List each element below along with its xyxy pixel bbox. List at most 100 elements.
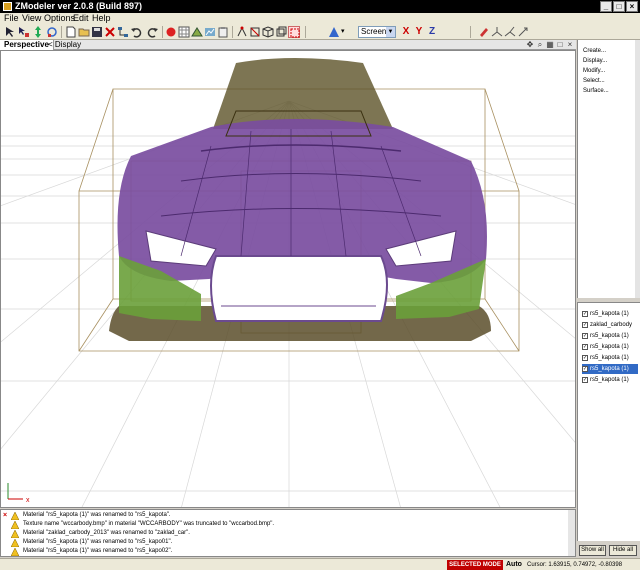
light-icon[interactable] — [328, 26, 340, 38]
material-icon[interactable] — [191, 26, 203, 38]
log-text: Material "rs5_kapota (1)" was renamed to… — [23, 548, 173, 554]
perspective-viewport[interactable]: x — [0, 50, 576, 508]
cmd-surface[interactable]: Surface... — [583, 88, 609, 94]
visible-checkbox[interactable]: ✓ — [582, 311, 588, 317]
menu-options[interactable]: Options — [44, 13, 75, 24]
viewport-menu-icon[interactable]: ▦ — [546, 40, 554, 49]
list-item[interactable]: ✓ zaklad_carbody — [582, 320, 638, 330]
app-icon — [3, 2, 12, 11]
list-item-selected[interactable]: ✓ rs5_kapota (1) — [582, 364, 638, 374]
object-name: rs5_kapota (1) — [590, 344, 629, 350]
list-item[interactable]: ✓ rs5_kapota (1) — [582, 309, 638, 319]
warning-icon — [11, 539, 19, 547]
list-item[interactable]: ✓ rs5_kapota (1) — [582, 331, 638, 341]
delete-icon[interactable] — [104, 26, 116, 38]
cmd-create[interactable]: Create... — [583, 48, 606, 54]
selection-mode-icon[interactable] — [288, 26, 300, 38]
new-file-icon[interactable] — [65, 26, 77, 38]
log-scrollbar[interactable] — [568, 510, 575, 556]
axis-y-toggle[interactable]: Y — [414, 26, 424, 38]
cmd-modify[interactable]: Modify... — [583, 68, 605, 74]
menu-view[interactable]: View — [22, 13, 41, 24]
rotate-tool-icon[interactable] — [46, 26, 58, 38]
close-button[interactable]: × — [626, 1, 638, 12]
select-multi-icon[interactable] — [18, 26, 30, 38]
warning-icon — [11, 512, 19, 520]
log-line: Texture name "wccarbody.bmp" in material… — [11, 520, 275, 529]
title-bar: ZModeler ver 2.0.8 (Build 897) _ □ × — [0, 0, 640, 13]
move-tool-icon[interactable] — [32, 26, 44, 38]
object-name: rs5_kapota (1) — [590, 311, 629, 317]
vertex-mode-icon[interactable] — [236, 26, 248, 38]
visible-checkbox[interactable]: ✓ — [582, 377, 588, 383]
object-mode-icon[interactable] — [275, 26, 287, 38]
menu-file[interactable]: File — [4, 13, 19, 24]
edge-mode-icon[interactable] — [249, 26, 261, 38]
record-icon[interactable] — [165, 26, 177, 38]
extrude-icon[interactable] — [517, 26, 529, 38]
save-file-icon[interactable] — [91, 26, 103, 38]
menu-edit[interactable]: Edit — [73, 13, 89, 24]
log-text: Texture name "wccarbody.bmp" in material… — [23, 521, 275, 527]
visible-checkbox[interactable]: ✓ — [582, 344, 588, 350]
list-item[interactable]: ✓ rs5_kapota (1) — [582, 375, 638, 385]
log-line: Material "zaklad_carbody_2013" was renam… — [11, 529, 190, 538]
pan-icon[interactable]: ✥ — [526, 40, 534, 49]
selected-mode-badge[interactable]: SELECTED MODE — [447, 560, 503, 570]
visible-checkbox[interactable]: ✓ — [582, 322, 588, 328]
zoom-icon[interactable]: ⌕ — [536, 40, 544, 49]
object-name: zaklad_carbody — [590, 322, 633, 328]
grid-icon[interactable] — [178, 26, 190, 38]
close-viewport-icon[interactable]: × — [566, 40, 574, 49]
display-button[interactable]: < Display — [48, 40, 81, 50]
minimize-button[interactable]: _ — [600, 1, 612, 12]
texture-icon[interactable] — [204, 26, 216, 38]
maximize-viewport-icon[interactable]: □ — [556, 40, 564, 49]
show-all-button[interactable]: Show all — [579, 545, 606, 556]
maximize-button[interactable]: □ — [613, 1, 625, 12]
tab-perspective[interactable]: Perspective — [0, 40, 54, 50]
redo-icon[interactable] — [147, 26, 159, 38]
chevron-down-icon: ▼ — [386, 27, 395, 37]
object-name: rs5_kapota (1) — [590, 355, 629, 361]
status-bar: SELECTED MODE Auto Cursor: 1.63915, 0.74… — [0, 558, 640, 570]
list-item[interactable]: ✓ rs5_kapota (1) — [582, 353, 638, 363]
split-icon[interactable] — [504, 26, 516, 38]
log-text: Material "rs5_kapota (1)" was renamed to… — [23, 539, 173, 545]
axis-gizmo: x — [7, 483, 30, 504]
weld-icon[interactable] — [491, 26, 503, 38]
menu-help[interactable]: Help — [92, 13, 111, 24]
main-toolbar: ▾ Screen ▼ X Y Z — [0, 24, 640, 40]
light-dropdown-icon[interactable]: ▾ — [341, 27, 345, 35]
command-panel-scrollbar[interactable] — [635, 40, 640, 298]
log-text: Material "zaklad_carbody_2013" was renam… — [23, 530, 190, 536]
cmd-display[interactable]: Display... — [583, 58, 607, 64]
hide-all-button[interactable]: Hide all — [609, 545, 637, 556]
window-title: ZModeler ver 2.0.8 (Build 897) — [15, 1, 143, 11]
cmd-select[interactable]: Select... — [583, 78, 605, 84]
face-mode-icon[interactable] — [262, 26, 274, 38]
warning-icon — [11, 530, 19, 538]
object-name: rs5_kapota (1) — [590, 366, 629, 372]
viewport-header: Perspective < Display ✥ ⌕ ▦ □ × — [0, 40, 576, 50]
clipboard-icon[interactable] — [217, 26, 229, 38]
list-item[interactable]: ✓ rs5_kapota (1) — [582, 342, 638, 352]
hierarchy-icon[interactable] — [117, 26, 129, 38]
axis-x-toggle[interactable]: X — [401, 26, 411, 38]
visible-checkbox[interactable]: ✓ — [582, 355, 588, 361]
car-model — [109, 58, 491, 341]
paint-icon[interactable] — [478, 26, 490, 38]
cursor-readout: Cursor: 1.63915, 0.74972, -0.80398 — [527, 562, 623, 568]
undo-icon[interactable] — [130, 26, 142, 38]
select-tool-icon[interactable] — [4, 26, 16, 38]
close-icon[interactable]: × — [3, 512, 11, 520]
warning-icon — [11, 548, 19, 556]
open-file-icon[interactable] — [78, 26, 90, 38]
axis-z-toggle[interactable]: Z — [427, 26, 437, 38]
command-panel: Create... Display... Modify... Select...… — [577, 40, 640, 298]
auto-toggle[interactable]: Auto — [506, 560, 522, 570]
visible-checkbox[interactable]: ✓ — [582, 333, 588, 339]
visible-checkbox[interactable]: ✓ — [582, 366, 588, 372]
coord-system-select[interactable]: Screen ▼ — [358, 26, 396, 38]
log-text: Material "rs5_kapota (1)" was renamed to… — [23, 512, 171, 518]
